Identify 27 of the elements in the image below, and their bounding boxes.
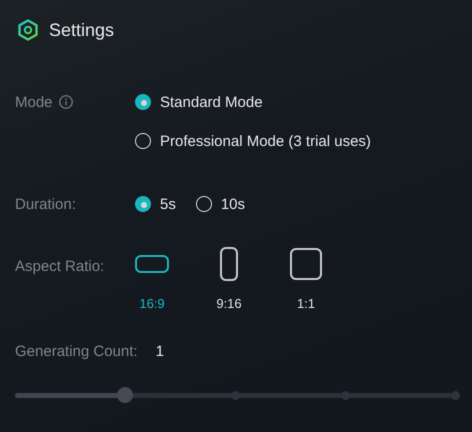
slider-tick bbox=[230, 390, 240, 400]
panel-title: Settings bbox=[49, 20, 114, 40]
radio-button[interactable] bbox=[196, 196, 212, 212]
radio-button[interactable] bbox=[135, 94, 151, 110]
slider-tick bbox=[340, 390, 350, 400]
ratio-label: 16:9 bbox=[139, 296, 165, 311]
radio-button[interactable] bbox=[135, 196, 151, 212]
slider-tick bbox=[450, 390, 460, 400]
count-slider[interactable] bbox=[15, 386, 460, 404]
info-icon bbox=[58, 95, 73, 109]
slider-handle[interactable] bbox=[117, 387, 133, 403]
ratio-label: 9:16 bbox=[216, 296, 242, 311]
hexagon-logo-icon bbox=[17, 19, 39, 41]
portrait-ratio-icon[interactable] bbox=[220, 247, 238, 281]
ratio-label: 1:1 bbox=[296, 296, 316, 311]
option-label: 10s bbox=[220, 196, 246, 212]
mode-label: Mode bbox=[15, 94, 53, 110]
radio-button[interactable] bbox=[135, 133, 151, 149]
option-label: 5s bbox=[160, 196, 176, 212]
option-label: Professional Mode (3 trial uses) bbox=[160, 132, 371, 150]
aspect-ratio-label: Aspect Ratio: bbox=[15, 258, 104, 274]
count-value: 1 bbox=[156, 342, 164, 360]
square-ratio-icon[interactable] bbox=[290, 248, 322, 280]
landscape-ratio-icon[interactable] bbox=[135, 255, 169, 273]
generating-count-label: Generating Count: bbox=[15, 342, 138, 360]
duration-label: Duration: bbox=[15, 196, 76, 212]
option-label: Standard Mode bbox=[160, 94, 263, 110]
